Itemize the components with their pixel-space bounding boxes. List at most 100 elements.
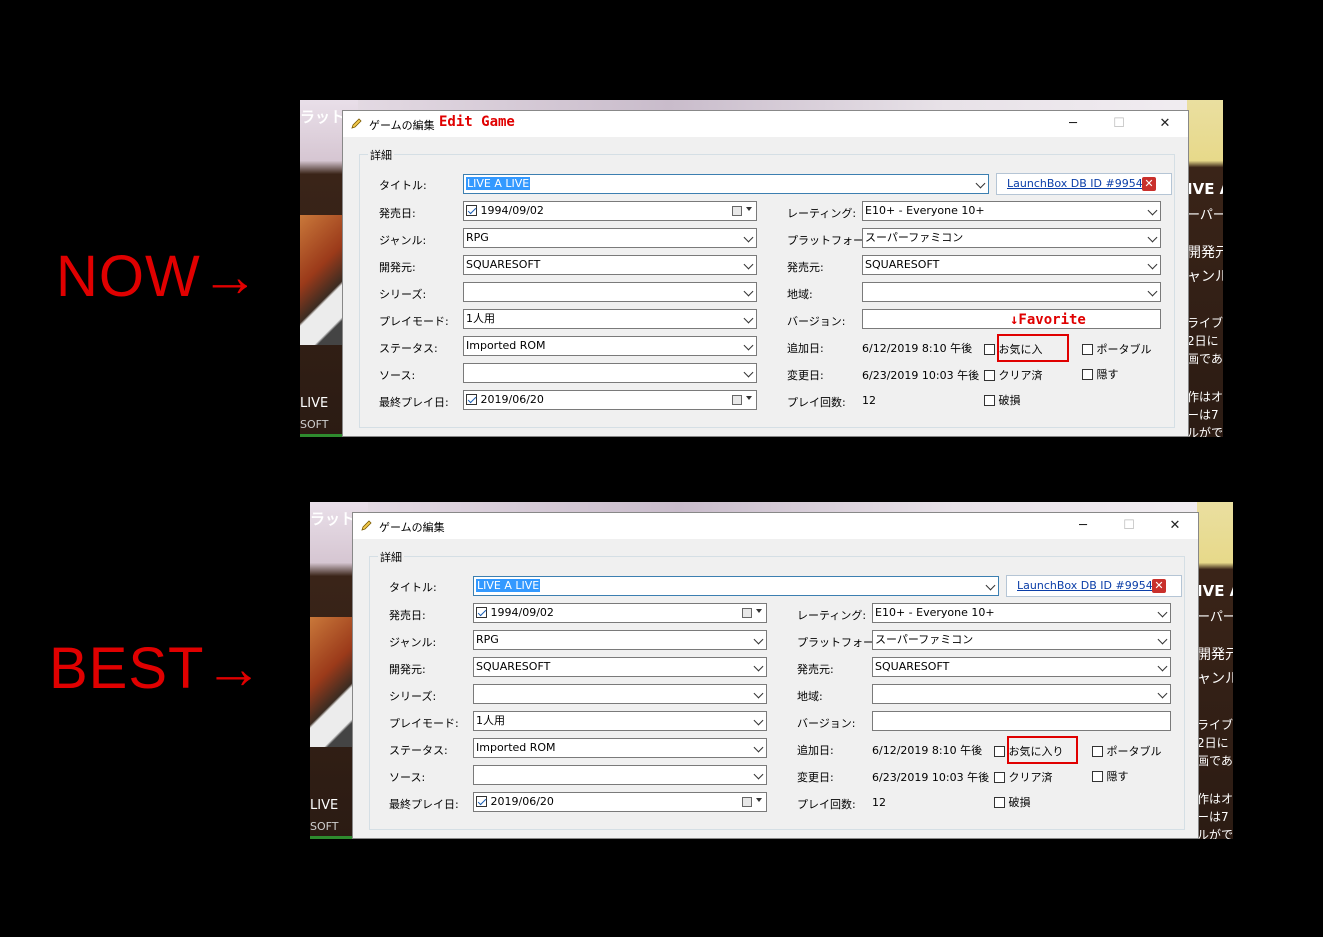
status-combo[interactable]: Imported ROM (463, 336, 757, 356)
rating-combo[interactable]: E10+ - Everyone 10+ (862, 201, 1161, 221)
chevron-down-icon (743, 340, 754, 351)
chevron-down-icon (753, 688, 764, 699)
release-date-picker[interactable]: 1994/09/02 (463, 201, 757, 221)
play-count-value: 12 (862, 394, 876, 407)
pencil-icon (351, 118, 362, 129)
modified-date-value: 6/23/2019 10:03 午後 (862, 369, 980, 382)
close-button[interactable]: ✕ (1150, 115, 1180, 133)
broken-checkbox[interactable]: 破損 (984, 392, 1021, 408)
chevron-down-icon (753, 661, 764, 672)
platform-combo[interactable]: スーパーファミコン (872, 630, 1171, 650)
close-button[interactable]: ✕ (1160, 517, 1190, 535)
publisher-combo[interactable]: SQUARESOFT (872, 657, 1171, 677)
region-combo[interactable] (862, 282, 1161, 302)
source-label: ソース: (379, 369, 416, 382)
edit-game-annotation: Edit Game (439, 114, 515, 130)
modified-date-label: 変更日: (787, 369, 824, 382)
favorite-highlight-box (997, 334, 1069, 362)
pencil-icon (361, 520, 372, 531)
source-combo[interactable] (463, 363, 757, 383)
chevron-down-icon (753, 742, 764, 753)
calendar-icon (732, 206, 742, 216)
portable-checkbox[interactable]: ポータブル (1092, 743, 1162, 759)
background-details-right: IVE A ーパーフ 開発元 ャンル ライブ・ア 2日に 画であ 作はオ ーは7… (1197, 502, 1233, 839)
genre-combo[interactable]: RPG (463, 228, 757, 248)
play-count-value: 12 (872, 796, 886, 809)
status-label: ステータス: (379, 342, 438, 355)
chevron-down-icon (1147, 259, 1158, 270)
developer-combo[interactable]: SQUARESOFT (463, 255, 757, 275)
added-date-value: 6/12/2019 8:10 午後 (872, 744, 983, 757)
minimize-button[interactable]: ─ (1068, 517, 1098, 535)
chevron-down-icon (985, 580, 996, 591)
last-played-label: 最終プレイ日: (379, 396, 449, 409)
chevron-down-icon (1157, 607, 1168, 618)
release-date-picker[interactable]: 1994/09/02 (473, 603, 767, 623)
genre-label: ジャンル: (389, 636, 437, 649)
series-label: シリーズ: (379, 288, 427, 301)
playmode-label: プレイモード: (389, 717, 459, 730)
chevron-down-icon (1147, 232, 1158, 243)
version-input[interactable] (872, 711, 1171, 731)
completed-checkbox[interactable]: クリア済 (994, 769, 1053, 785)
genre-combo[interactable]: RPG (473, 630, 767, 650)
region-label: 地域: (787, 288, 813, 301)
remove-link-icon[interactable]: ✕ (1152, 579, 1166, 593)
checkbox-icon[interactable] (466, 205, 477, 216)
chevron-down-icon (1157, 634, 1168, 645)
chevron-down-icon (743, 286, 754, 297)
added-date-label: 追加日: (797, 744, 834, 757)
chevron-down-icon (1157, 661, 1168, 672)
platform-combo[interactable]: スーパーファミコン (862, 228, 1161, 248)
developer-combo[interactable]: SQUARESOFT (473, 657, 767, 677)
maximize-button[interactable]: ☐ (1114, 517, 1144, 535)
publisher-label: 発売元: (797, 663, 834, 676)
chevron-down-icon (975, 178, 986, 189)
chevron-down-icon (743, 313, 754, 324)
chevron-down-icon (1157, 688, 1168, 699)
chevron-down-icon (753, 634, 764, 645)
title-label: タイトル: (389, 581, 437, 594)
status-label: ステータス: (389, 744, 448, 757)
playmode-combo[interactable]: 1人用 (463, 309, 757, 329)
series-combo[interactable] (463, 282, 757, 302)
edit-game-dialog: ゲームの編集 ─ ☐ ✕ 詳細 タイトル: LIVE A LIVE Launch… (352, 512, 1199, 839)
added-date-label: 追加日: (787, 342, 824, 355)
publisher-combo[interactable]: SQUARESOFT (862, 255, 1161, 275)
favorite-highlight-box (1007, 736, 1078, 764)
region-label: 地域: (797, 690, 823, 703)
details-group: 詳細 タイトル: LIVE A LIVE LaunchBox DB ID #99… (359, 147, 1175, 428)
source-label: ソース: (389, 771, 426, 784)
portable-checkbox[interactable]: ポータブル (1082, 341, 1152, 357)
developer-label: 開発元: (379, 261, 416, 274)
hide-checkbox[interactable]: 隠す (1092, 768, 1129, 784)
checkbox-icon[interactable] (476, 796, 487, 807)
region-combo[interactable] (872, 684, 1171, 704)
last-played-picker[interactable]: 2019/06/20 (473, 792, 767, 812)
chevron-down-icon (1147, 205, 1158, 216)
completed-checkbox[interactable]: クリア済 (984, 367, 1043, 383)
publisher-label: 発売元: (787, 261, 824, 274)
play-count-label: プレイ回数: (797, 798, 856, 811)
now-screenshot: ラット LIVE SOFT IVE A ーパーフ 開発元 ャンル ライブ・ア 2… (300, 100, 1223, 437)
dialog-title: ゲームの編集 (379, 521, 445, 534)
series-combo[interactable] (473, 684, 767, 704)
added-date-value: 6/12/2019 8:10 午後 (862, 342, 973, 355)
rating-combo[interactable]: E10+ - Everyone 10+ (872, 603, 1171, 623)
hide-checkbox[interactable]: 隠す (1082, 366, 1119, 382)
broken-checkbox[interactable]: 破損 (994, 794, 1031, 810)
modified-date-value: 6/23/2019 10:03 午後 (872, 771, 990, 784)
last-played-picker[interactable]: 2019/06/20 (463, 390, 757, 410)
maximize-button[interactable]: ☐ (1104, 115, 1134, 133)
chevron-down-icon (753, 769, 764, 780)
title-combo[interactable]: LIVE A LIVE (463, 174, 989, 194)
remove-link-icon[interactable]: ✕ (1142, 177, 1156, 191)
checkbox-icon[interactable] (466, 394, 477, 405)
status-combo[interactable]: Imported ROM (473, 738, 767, 758)
playmode-combo[interactable]: 1人用 (473, 711, 767, 731)
minimize-button[interactable]: ─ (1058, 115, 1088, 133)
source-combo[interactable] (473, 765, 767, 785)
checkbox-icon[interactable] (476, 607, 487, 618)
modified-date-label: 変更日: (797, 771, 834, 784)
title-combo[interactable]: LIVE A LIVE (473, 576, 999, 596)
